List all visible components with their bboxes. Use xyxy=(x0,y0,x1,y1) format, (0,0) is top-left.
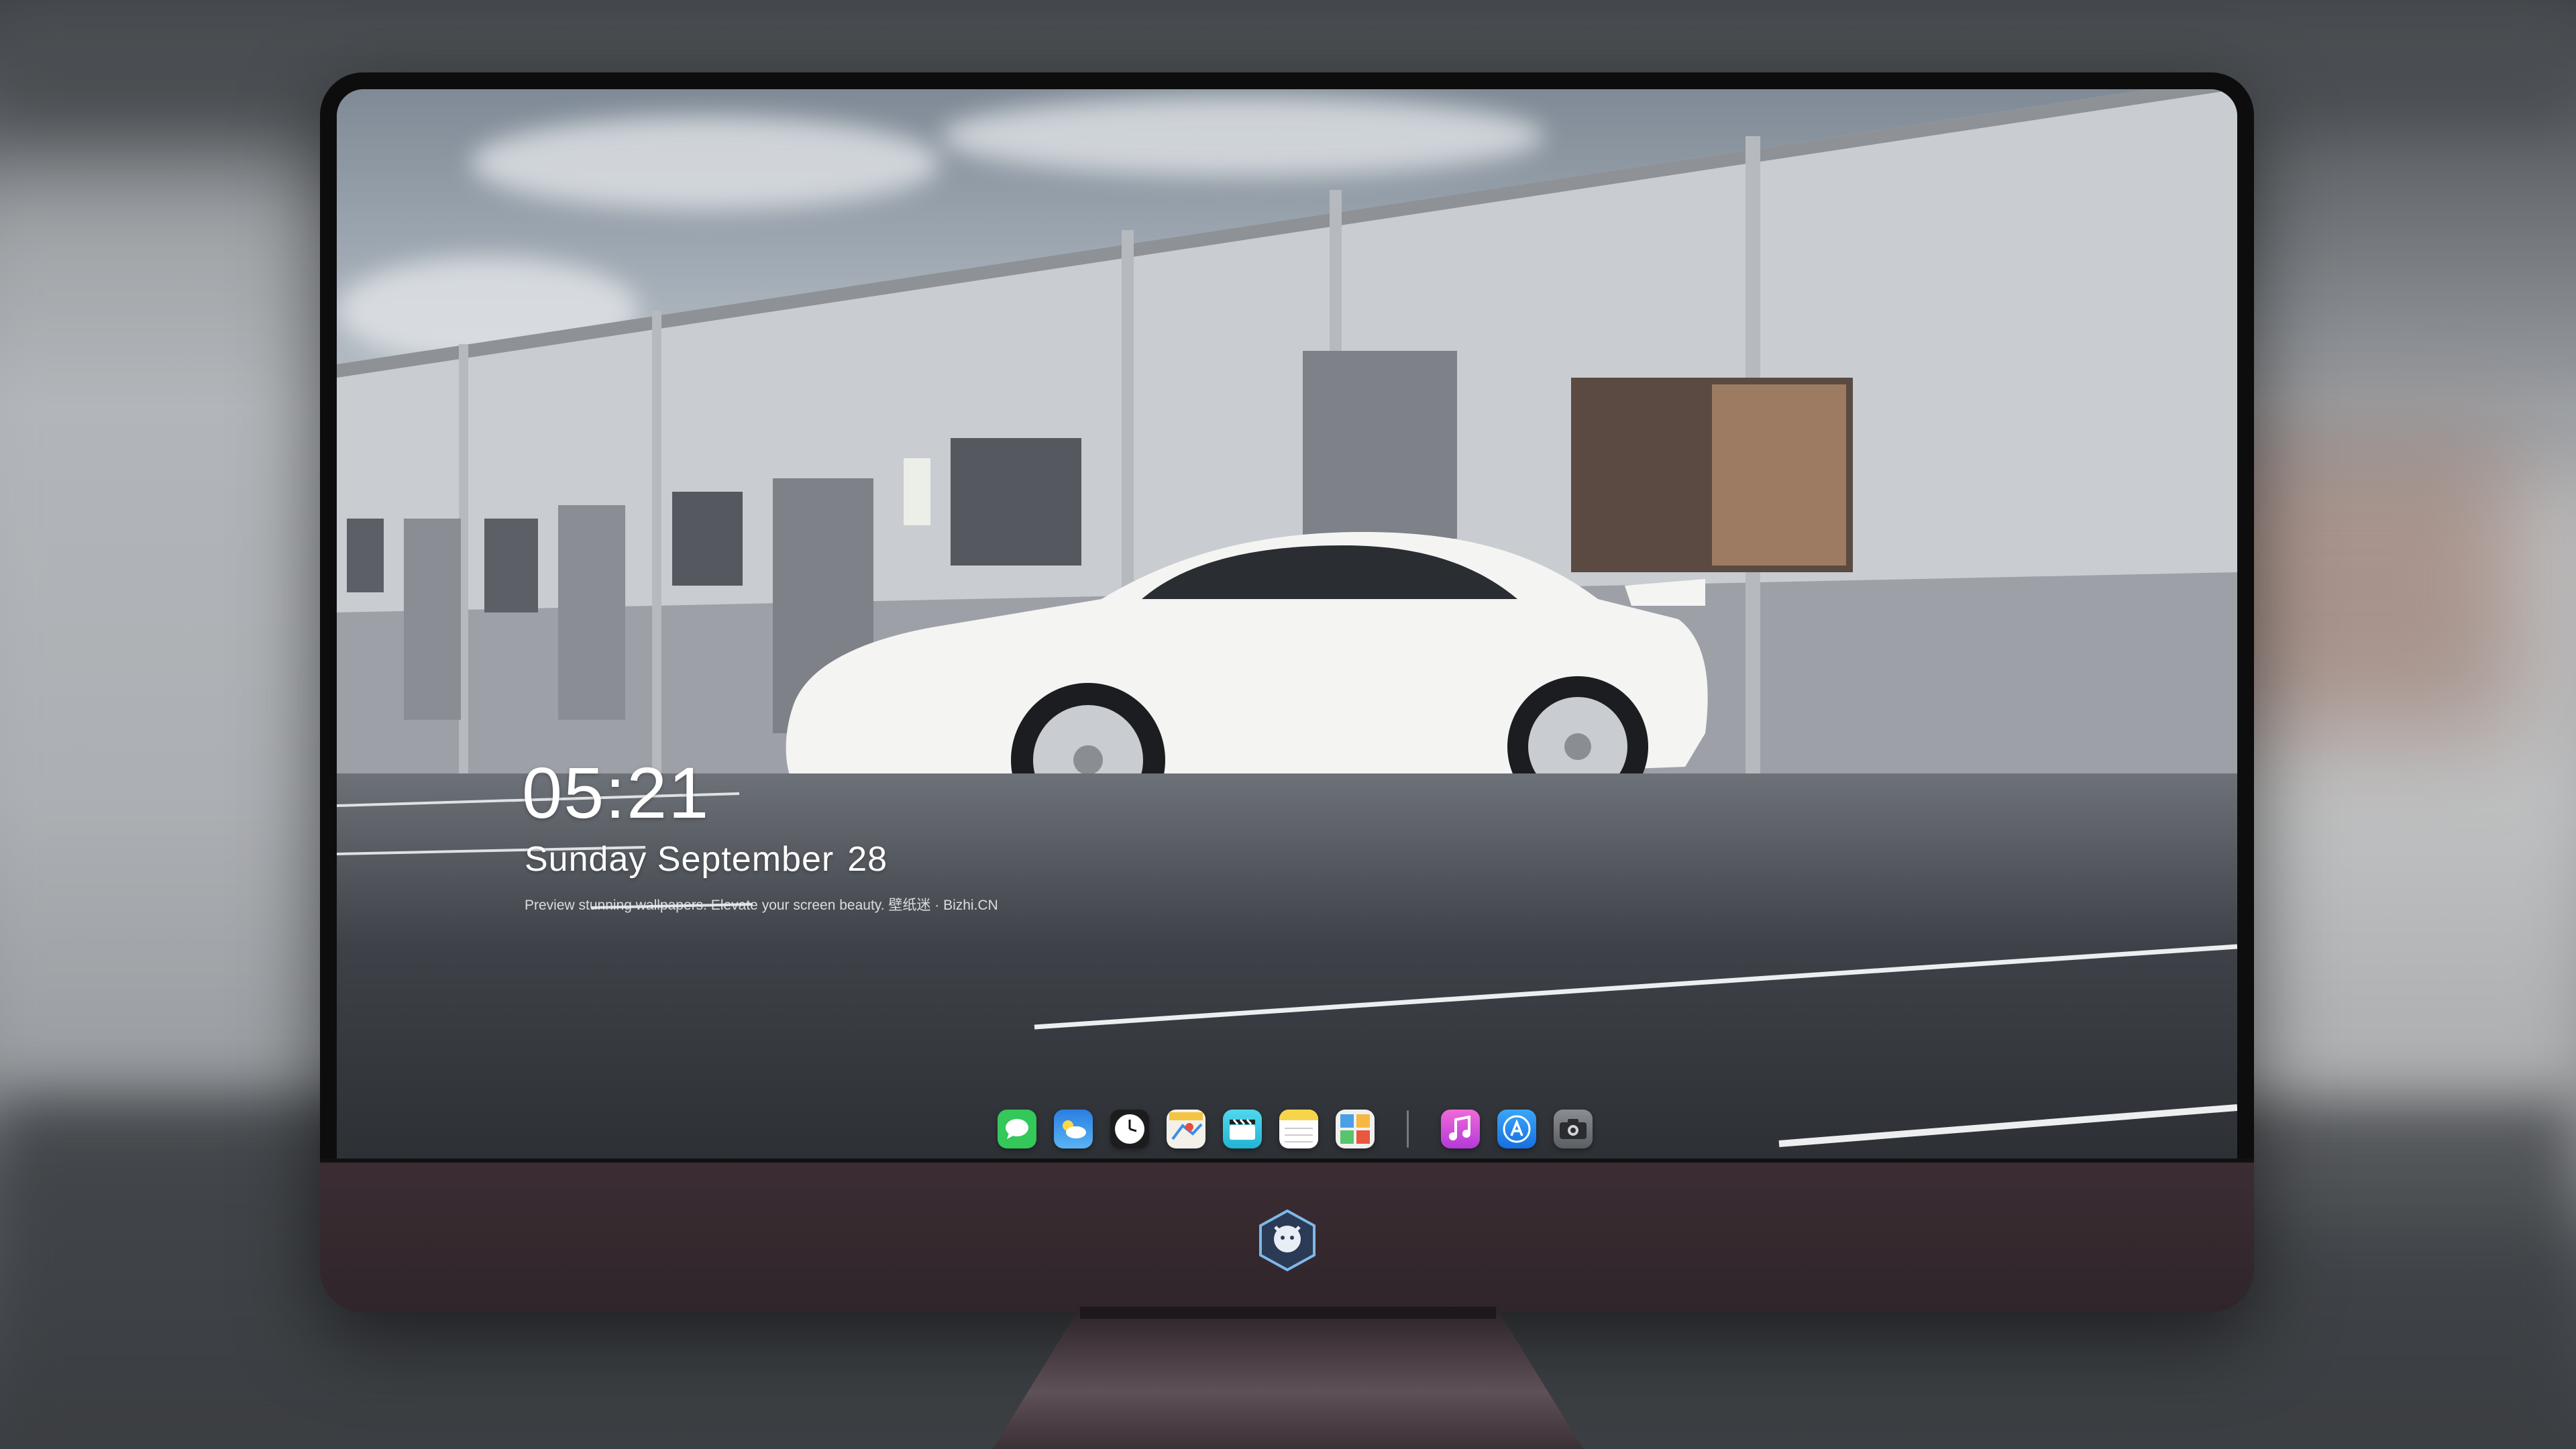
monitor-stand xyxy=(993,1307,1583,1449)
brand-logo-icon xyxy=(1258,1209,1316,1272)
weather-icon[interactable] xyxy=(1054,1110,1093,1148)
date-label: Sunday September 28 xyxy=(525,839,888,879)
wallpaper-tagline: Preview stunning wallpapers. Elevate you… xyxy=(525,898,998,913)
clock-icon[interactable] xyxy=(1110,1110,1149,1148)
dock xyxy=(998,1099,1610,1159)
date-weekday-month: Sunday September xyxy=(525,840,835,879)
music-icon[interactable] xyxy=(1441,1110,1480,1148)
clock-time: 05:21 xyxy=(522,752,710,833)
notes-icon[interactable] xyxy=(1279,1110,1318,1148)
messages-icon[interactable] xyxy=(998,1110,1036,1148)
camera-icon[interactable] xyxy=(1554,1110,1593,1148)
video-icon[interactable] xyxy=(1223,1110,1262,1148)
app-store-icon[interactable] xyxy=(1497,1110,1536,1148)
desktop-screen: 05:21 Sunday September 28 Preview stunnin… xyxy=(337,89,2237,1159)
maps-icon[interactable] xyxy=(1167,1110,1205,1148)
monitor: 05:21 Sunday September 28 Preview stunnin… xyxy=(320,72,2254,1312)
dock-separator xyxy=(1407,1110,1409,1148)
date-day: 28 xyxy=(847,840,888,879)
photos-icon[interactable] xyxy=(1336,1110,1375,1148)
